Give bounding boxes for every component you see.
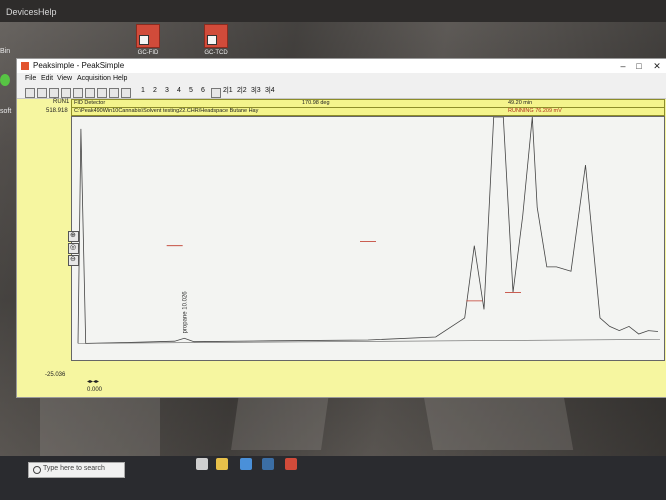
window-title: Peaksimple - PeakSimple bbox=[33, 61, 125, 70]
menu-help[interactable]: Help bbox=[113, 75, 127, 82]
menu-view[interactable]: View bbox=[57, 75, 72, 82]
run-status: RUNNING 76.209 mV bbox=[508, 108, 562, 114]
file-explorer-icon[interactable] bbox=[216, 458, 228, 470]
app-menubar: File Edit View Acquisition Help bbox=[17, 74, 666, 86]
taskbar-search[interactable]: Type here to search bbox=[28, 462, 125, 478]
file-header: C:\Peak490Win10Cannabis\Solvent testing2… bbox=[71, 107, 665, 116]
print-icon[interactable] bbox=[121, 88, 131, 98]
channel-2-button[interactable]: 2 bbox=[153, 87, 157, 94]
peaksimple-icon bbox=[204, 24, 228, 48]
oven-temperature: 170.98 deg bbox=[302, 100, 330, 106]
peaksimple-window: Peaksimple - PeakSimple – □ ✕ File Edit … bbox=[16, 58, 666, 398]
desktop-icon-gc-fid[interactable]: GC-FID bbox=[128, 24, 168, 56]
channel-view-2[interactable]: 2|2 bbox=[237, 87, 247, 94]
x-start-label: 0.000 bbox=[87, 387, 103, 393]
menu-devices[interactable]: Devices bbox=[6, 7, 38, 17]
y-max-label: 518.918 bbox=[46, 108, 68, 114]
desktop-icon-gc-tcd[interactable]: GC-TCD bbox=[196, 24, 236, 56]
desktop-icon-label: GC-FID bbox=[137, 50, 159, 56]
chromatogram-plot[interactable]: propane 10.026 bbox=[71, 116, 665, 361]
zoom-reset-button[interactable]: ◎ bbox=[68, 243, 79, 254]
zoom-icon[interactable] bbox=[211, 88, 221, 98]
peak-label: propane 10.026 bbox=[182, 291, 188, 334]
zoom-in-icon: ⊕ bbox=[70, 232, 76, 239]
task-view-icon[interactable] bbox=[196, 458, 208, 470]
channel-4-button[interactable]: 4 bbox=[177, 87, 181, 94]
overlay-icon[interactable] bbox=[109, 88, 119, 98]
desktop-menubar: Devices Help bbox=[0, 0, 666, 22]
new-file-icon[interactable] bbox=[25, 88, 35, 98]
mail-icon[interactable] bbox=[262, 458, 274, 470]
file-path: C:\Peak490Win10Cannabis\Solvent testing2… bbox=[74, 108, 259, 114]
title-bar: Peaksimple - PeakSimple – □ ✕ bbox=[17, 59, 666, 73]
zoom-in-button[interactable]: ⊕ bbox=[68, 231, 79, 242]
chromatogram-trace bbox=[77, 117, 659, 344]
menu-file[interactable]: File bbox=[25, 75, 36, 82]
results-icon[interactable] bbox=[97, 88, 107, 98]
peaksimple-icon[interactable] bbox=[285, 458, 297, 470]
channel-6-button[interactable]: 6 bbox=[201, 87, 205, 94]
calibration-icon[interactable] bbox=[85, 88, 95, 98]
chromatogram-svg: propane 10.026 bbox=[77, 117, 661, 344]
zoom-out-button[interactable]: ⊖ bbox=[68, 255, 79, 266]
y-min-label: -25.036 bbox=[45, 372, 66, 378]
channel-5-button[interactable]: 5 bbox=[189, 87, 193, 94]
detector-name: FID Detector bbox=[74, 100, 106, 106]
search-icon bbox=[33, 466, 41, 474]
close-button[interactable]: ✕ bbox=[649, 59, 665, 73]
search-placeholder: Type here to search bbox=[43, 465, 105, 472]
app-icon bbox=[21, 62, 29, 70]
component-icon[interactable] bbox=[61, 88, 71, 98]
save-icon[interactable] bbox=[49, 88, 59, 98]
channel-3-button[interactable]: 3 bbox=[165, 87, 169, 94]
zoom-reset-icon: ◎ bbox=[70, 244, 77, 251]
side-label-soft: soft bbox=[0, 108, 12, 115]
side-label-bin: Bin bbox=[0, 48, 11, 55]
menu-help[interactable]: Help bbox=[38, 7, 57, 17]
integration-icon[interactable] bbox=[73, 88, 83, 98]
run-label: RUN1 bbox=[53, 99, 70, 105]
chromatogram-panel: RUN1 518.918 FID Detector 170.98 deg 49.… bbox=[17, 99, 666, 397]
store-icon[interactable] bbox=[240, 458, 252, 470]
open-file-icon[interactable] bbox=[37, 88, 47, 98]
zoom-out-icon: ⊖ bbox=[70, 256, 76, 263]
taskbar: Type here to search bbox=[0, 456, 666, 500]
scroll-controls[interactable]: ◂▸◂▸ bbox=[87, 378, 127, 386]
toolbar: 1 2 3 4 5 6 2|1 2|2 3|3 3|4 bbox=[17, 86, 666, 99]
peaksimple-icon bbox=[136, 24, 160, 48]
channel-1-button[interactable]: 1 bbox=[141, 87, 145, 94]
channel-view-4[interactable]: 3|4 bbox=[265, 87, 275, 94]
channel-view-3[interactable]: 3|3 bbox=[251, 87, 261, 94]
channel-view-1[interactable]: 2|1 bbox=[223, 87, 233, 94]
status-dot-icon bbox=[0, 74, 10, 86]
menu-edit[interactable]: Edit bbox=[41, 75, 53, 82]
elapsed-time: 49.20 min bbox=[508, 100, 533, 106]
minimize-button[interactable]: – bbox=[615, 59, 631, 73]
maximize-button[interactable]: □ bbox=[631, 59, 647, 73]
menu-acquisition[interactable]: Acquisition bbox=[77, 75, 111, 82]
desktop-icon-label: GC-TCD bbox=[204, 50, 228, 56]
